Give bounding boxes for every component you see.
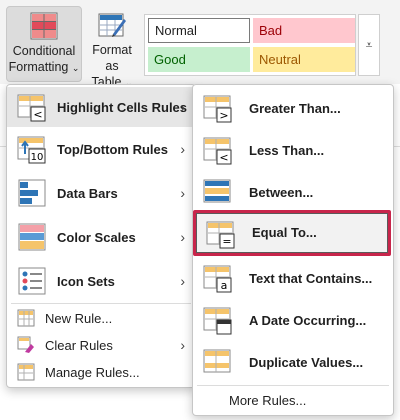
format-as-table-icon (98, 13, 126, 37)
chevron-right-icon: › (180, 273, 185, 289)
submenu-item-text-contains[interactable]: a Text that Contains... (193, 257, 393, 299)
conditional-formatting-label-1: Conditional (12, 44, 76, 58)
style-bad[interactable]: Bad (253, 18, 355, 43)
submenu-label: Greater Than... (249, 100, 341, 116)
menu-label: Manage Rules... (45, 364, 140, 380)
highlight-cells-icon: < (17, 94, 46, 122)
menu-label: Icon Sets (57, 273, 115, 289)
submenu-item-duplicate-values[interactable]: Duplicate Values... (193, 341, 393, 383)
chevron-right-icon: › (180, 141, 185, 157)
svg-text:10: 10 (31, 152, 44, 163)
conditional-formatting-icon (30, 12, 58, 40)
chevron-right-icon: › (180, 99, 185, 115)
submenu-label: Duplicate Values... (249, 354, 364, 370)
chevron-down-icon: ⌄ (71, 63, 80, 73)
manage-rules-icon (17, 363, 35, 381)
conditional-formatting-menu: < Highlight Cells Rules › 10 Top/Bottom … (6, 84, 196, 388)
text-contains-icon: a (203, 265, 232, 293)
conditional-formatting-label-2: Formatting (8, 60, 69, 74)
svg-text:>: > (219, 109, 228, 122)
menu-separator (11, 303, 191, 304)
submenu-label: Text that Contains... (249, 270, 373, 286)
menu-label: Color Scales (57, 229, 136, 245)
excel-window: Conditional Formatting ⌄ Format as Table… (0, 0, 400, 420)
gallery-expand-icon: ⩡ (365, 38, 373, 52)
equal-to-icon: = (206, 221, 235, 249)
submenu-label: Between... (249, 184, 314, 200)
menu-label: New Rule... (45, 310, 113, 326)
conditional-formatting-button[interactable]: Conditional Formatting ⌄ (6, 6, 82, 82)
data-bars-icon (18, 179, 46, 207)
format-as-table-label-1: Format as (92, 43, 132, 73)
menu-item-new-rule[interactable]: New Rule... (7, 305, 195, 331)
menu-item-data-bars[interactable]: Data Bars › (7, 173, 195, 213)
submenu-label: More Rules... (229, 392, 307, 408)
submenu-item-greater-than[interactable]: > Greater Than... (193, 87, 393, 129)
style-neutral[interactable]: Neutral (253, 47, 355, 72)
menu-item-top-bottom-rules[interactable]: 10 Top/Bottom Rules › (7, 129, 195, 169)
submenu-label: Equal To... (252, 225, 317, 240)
submenu-item-more-rules[interactable]: More Rules... (193, 387, 393, 413)
menu-item-color-scales[interactable]: Color Scales › (7, 217, 195, 257)
style-normal[interactable]: Normal (148, 18, 250, 43)
svg-text:a: a (221, 279, 228, 292)
greater-than-icon: > (203, 95, 232, 123)
menu-separator (197, 385, 389, 386)
color-scales-icon (18, 223, 46, 251)
menu-label: Highlight Cells Rules (57, 99, 188, 115)
submenu-label: A Date Occurring... (249, 312, 367, 328)
menu-label: Clear Rules (45, 337, 113, 353)
submenu-item-date-occurring[interactable]: A Date Occurring... (193, 299, 393, 341)
less-than-icon: < (203, 137, 232, 165)
cell-styles-gallery: Normal Bad Good Neutral (144, 14, 356, 76)
svg-text:<: < (219, 151, 228, 164)
submenu-item-equal-to[interactable]: = Equal To... (196, 213, 388, 253)
icon-sets-icon (18, 267, 46, 295)
clear-rules-icon (17, 336, 34, 353)
top-bottom-icon: 10 (17, 136, 46, 164)
submenu-label: Less Than... (249, 142, 325, 158)
chevron-right-icon: › (180, 229, 185, 245)
menu-item-icon-sets[interactable]: Icon Sets › (7, 261, 195, 301)
duplicate-values-icon (203, 349, 231, 373)
chevron-right-icon: › (180, 337, 185, 353)
new-rule-icon (17, 309, 35, 327)
ribbon: Conditional Formatting ⌄ Format as Table… (0, 0, 400, 89)
menu-label: Data Bars (57, 185, 118, 201)
format-as-table-button[interactable]: Format as Table ⌄ (84, 6, 140, 89)
gallery-more-button[interactable]: ⩡ (358, 14, 380, 76)
submenu-item-less-than[interactable]: < Less Than... (193, 129, 393, 171)
chevron-right-icon: › (180, 185, 185, 201)
menu-item-highlight-cells-rules[interactable]: < Highlight Cells Rules › (7, 87, 195, 127)
menu-label: Top/Bottom Rules (57, 141, 168, 157)
svg-text:<: < (33, 108, 42, 121)
menu-item-clear-rules[interactable]: Clear Rules › (7, 331, 195, 359)
svg-text:=: = (222, 235, 231, 248)
date-occurring-icon (203, 307, 232, 335)
submenu-item-between[interactable]: Between... (193, 171, 393, 213)
menu-item-manage-rules[interactable]: Manage Rules... (7, 359, 195, 385)
style-good[interactable]: Good (148, 47, 250, 72)
between-icon (203, 179, 231, 203)
